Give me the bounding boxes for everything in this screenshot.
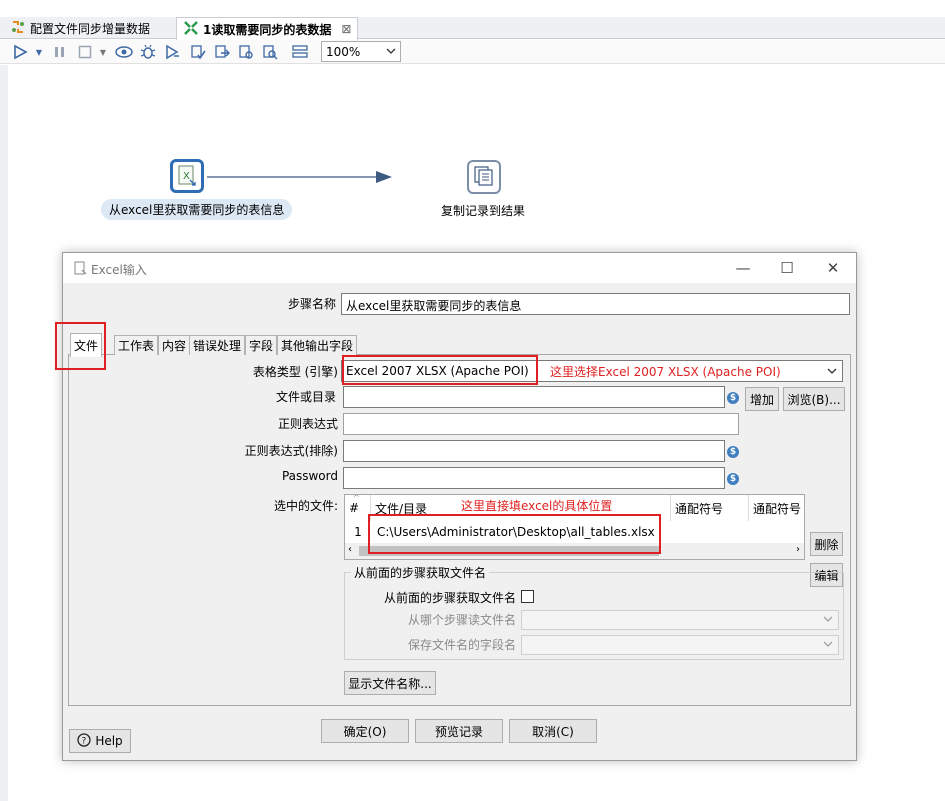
tab-fields[interactable]: 字段: [245, 335, 278, 355]
step-node-copy-rows[interactable]: [467, 160, 501, 194]
table-cell-wildcard-exclude[interactable]: [749, 521, 804, 543]
transformation-icon: [10, 19, 26, 38]
step-name-label: 步骤名称: [287, 297, 336, 311]
show-filenames-button[interactable]: 显示文件名称...: [344, 671, 436, 695]
annotation-file-note: 这里直接填excel的具体位置: [461, 499, 613, 513]
excel-input-icon: [73, 261, 87, 278]
password-label: Password: [281, 469, 338, 483]
sql-icon[interactable]: [236, 43, 256, 61]
step-label[interactable]: 复制记录到结果: [441, 202, 525, 219]
regex-field[interactable]: [343, 413, 739, 435]
transformation-icon: [183, 20, 199, 39]
step-name-value: 从excel里获取需要同步的表信息: [346, 299, 522, 313]
tab-content[interactable]: 内容: [158, 335, 191, 355]
table-cell-wildcard[interactable]: [671, 521, 749, 543]
regex-exclude-field[interactable]: [343, 440, 725, 462]
cancel-button[interactable]: 取消(C): [509, 719, 597, 743]
tab-other-output-fields[interactable]: 其他输出字段: [277, 335, 358, 355]
maximize-button[interactable]: ☐: [777, 258, 797, 278]
from-previous-checkbox[interactable]: [521, 590, 534, 603]
browse-button[interactable]: 浏览(B)...: [783, 387, 845, 411]
sort-icon: ^: [353, 494, 360, 502]
variable-icon[interactable]: $: [727, 473, 739, 485]
minimize-button[interactable]: —: [733, 258, 753, 278]
replay-icon[interactable]: [162, 43, 182, 61]
preview-icon[interactable]: [114, 43, 134, 61]
from-previous-checkbox-label: 从前面的步骤获取文件名: [383, 591, 516, 605]
toolbar: ▼ ▼ 100%: [0, 40, 945, 64]
group-title: 从前面的步骤获取文件名: [351, 564, 490, 581]
impact-icon[interactable]: [212, 43, 232, 61]
ok-button[interactable]: 确定(O): [321, 719, 409, 743]
annotation-box-file-path: [368, 514, 661, 554]
add-button[interactable]: 增加: [745, 387, 779, 411]
tab-worksheet[interactable]: 工作表: [114, 335, 159, 355]
engine-label: 表格类型 (引擎): [252, 365, 338, 379]
verify-icon[interactable]: [188, 43, 208, 61]
annotation-engine-note: 这里选择Excel 2007 XLSX (Apache POI): [550, 365, 781, 379]
scroll-left-icon[interactable]: ‹: [348, 544, 352, 555]
zoom-select[interactable]: 100%: [321, 41, 401, 62]
help-button[interactable]: ? Help: [69, 729, 131, 753]
delete-button[interactable]: 删除: [810, 532, 843, 556]
editor-tab-1[interactable]: 1读取需要同步的表数据 ⊠: [176, 17, 359, 40]
selected-files-label: 选中的文件:: [273, 499, 338, 513]
step-node-excel-input[interactable]: X: [170, 159, 204, 193]
chevron-down-icon: [386, 44, 396, 61]
filename-field-label: 保存文件名的字段名: [407, 638, 516, 652]
column-header-label: #: [349, 501, 360, 515]
chevron-down-icon: [823, 637, 833, 654]
column-header-wildcard[interactable]: 通配符号: [671, 495, 749, 521]
show-results-icon[interactable]: [290, 43, 310, 61]
debug-icon[interactable]: [138, 43, 158, 61]
file-or-dir-label: 文件或目录: [275, 390, 336, 404]
step-label[interactable]: 从excel里获取需要同步的表信息: [101, 199, 293, 220]
dropdown-icon[interactable]: ▼: [98, 43, 108, 61]
source-step-label: 从哪个步骤读文件名: [407, 613, 516, 627]
source-step-select[interactable]: [521, 610, 839, 630]
dialog-title: Excel输入: [91, 263, 147, 277]
regex-exclude-label: 正则表达式(排除): [244, 444, 338, 458]
excel-input-icon: X: [176, 164, 198, 189]
annotation-box-file-tab: [55, 322, 106, 370]
editor-tab-label: 1读取需要同步的表数据: [203, 22, 332, 37]
zoom-value: 100%: [326, 44, 361, 59]
stop-icon[interactable]: [76, 43, 94, 61]
explore-db-icon[interactable]: [260, 43, 280, 61]
help-icon: ?: [77, 732, 91, 750]
filename-field-select[interactable]: [521, 635, 839, 655]
regex-label: 正则表达式: [277, 417, 338, 431]
step-name-field[interactable]: 从excel里获取需要同步的表信息: [341, 293, 850, 315]
close-tab-icon[interactable]: ⊠: [341, 22, 351, 36]
dropdown-icon[interactable]: ▼: [34, 43, 44, 61]
chevron-down-icon: [823, 612, 833, 629]
annotation-box-engine: [342, 355, 538, 385]
run-icon[interactable]: [10, 43, 30, 61]
file-or-dir-field[interactable]: [343, 386, 725, 408]
tab-error-handling[interactable]: 错误处理: [189, 335, 246, 355]
svg-text:?: ?: [82, 736, 87, 746]
variable-icon[interactable]: $: [727, 446, 739, 458]
scroll-right-icon[interactable]: ›: [796, 544, 800, 555]
help-label: Help: [95, 734, 123, 748]
preview-records-button[interactable]: 预览记录: [415, 719, 503, 743]
editor-tab-0[interactable]: 配置文件同步增量数据: [4, 17, 156, 39]
svg-text:X: X: [183, 171, 190, 182]
variable-icon[interactable]: $: [727, 392, 739, 404]
dialog-titlebar[interactable]: Excel输入 — ☐ ✕: [63, 253, 856, 283]
editor-tab-bar: 配置文件同步增量数据 1读取需要同步的表数据 ⊠: [0, 17, 945, 40]
pause-icon[interactable]: [52, 43, 68, 61]
excel-input-dialog: Excel输入 — ☐ ✕ 步骤名称 从excel里获取需要同步的表信息 文件 …: [55, 252, 857, 761]
copy-rows-icon: [473, 165, 495, 190]
column-header-wildcard-exclude[interactable]: 通配符号: [749, 495, 804, 521]
close-button[interactable]: ✕: [823, 258, 843, 278]
editor-tab-label: 配置文件同步增量数据: [30, 21, 151, 36]
password-field[interactable]: [343, 467, 725, 489]
chevron-down-icon: [827, 364, 837, 381]
